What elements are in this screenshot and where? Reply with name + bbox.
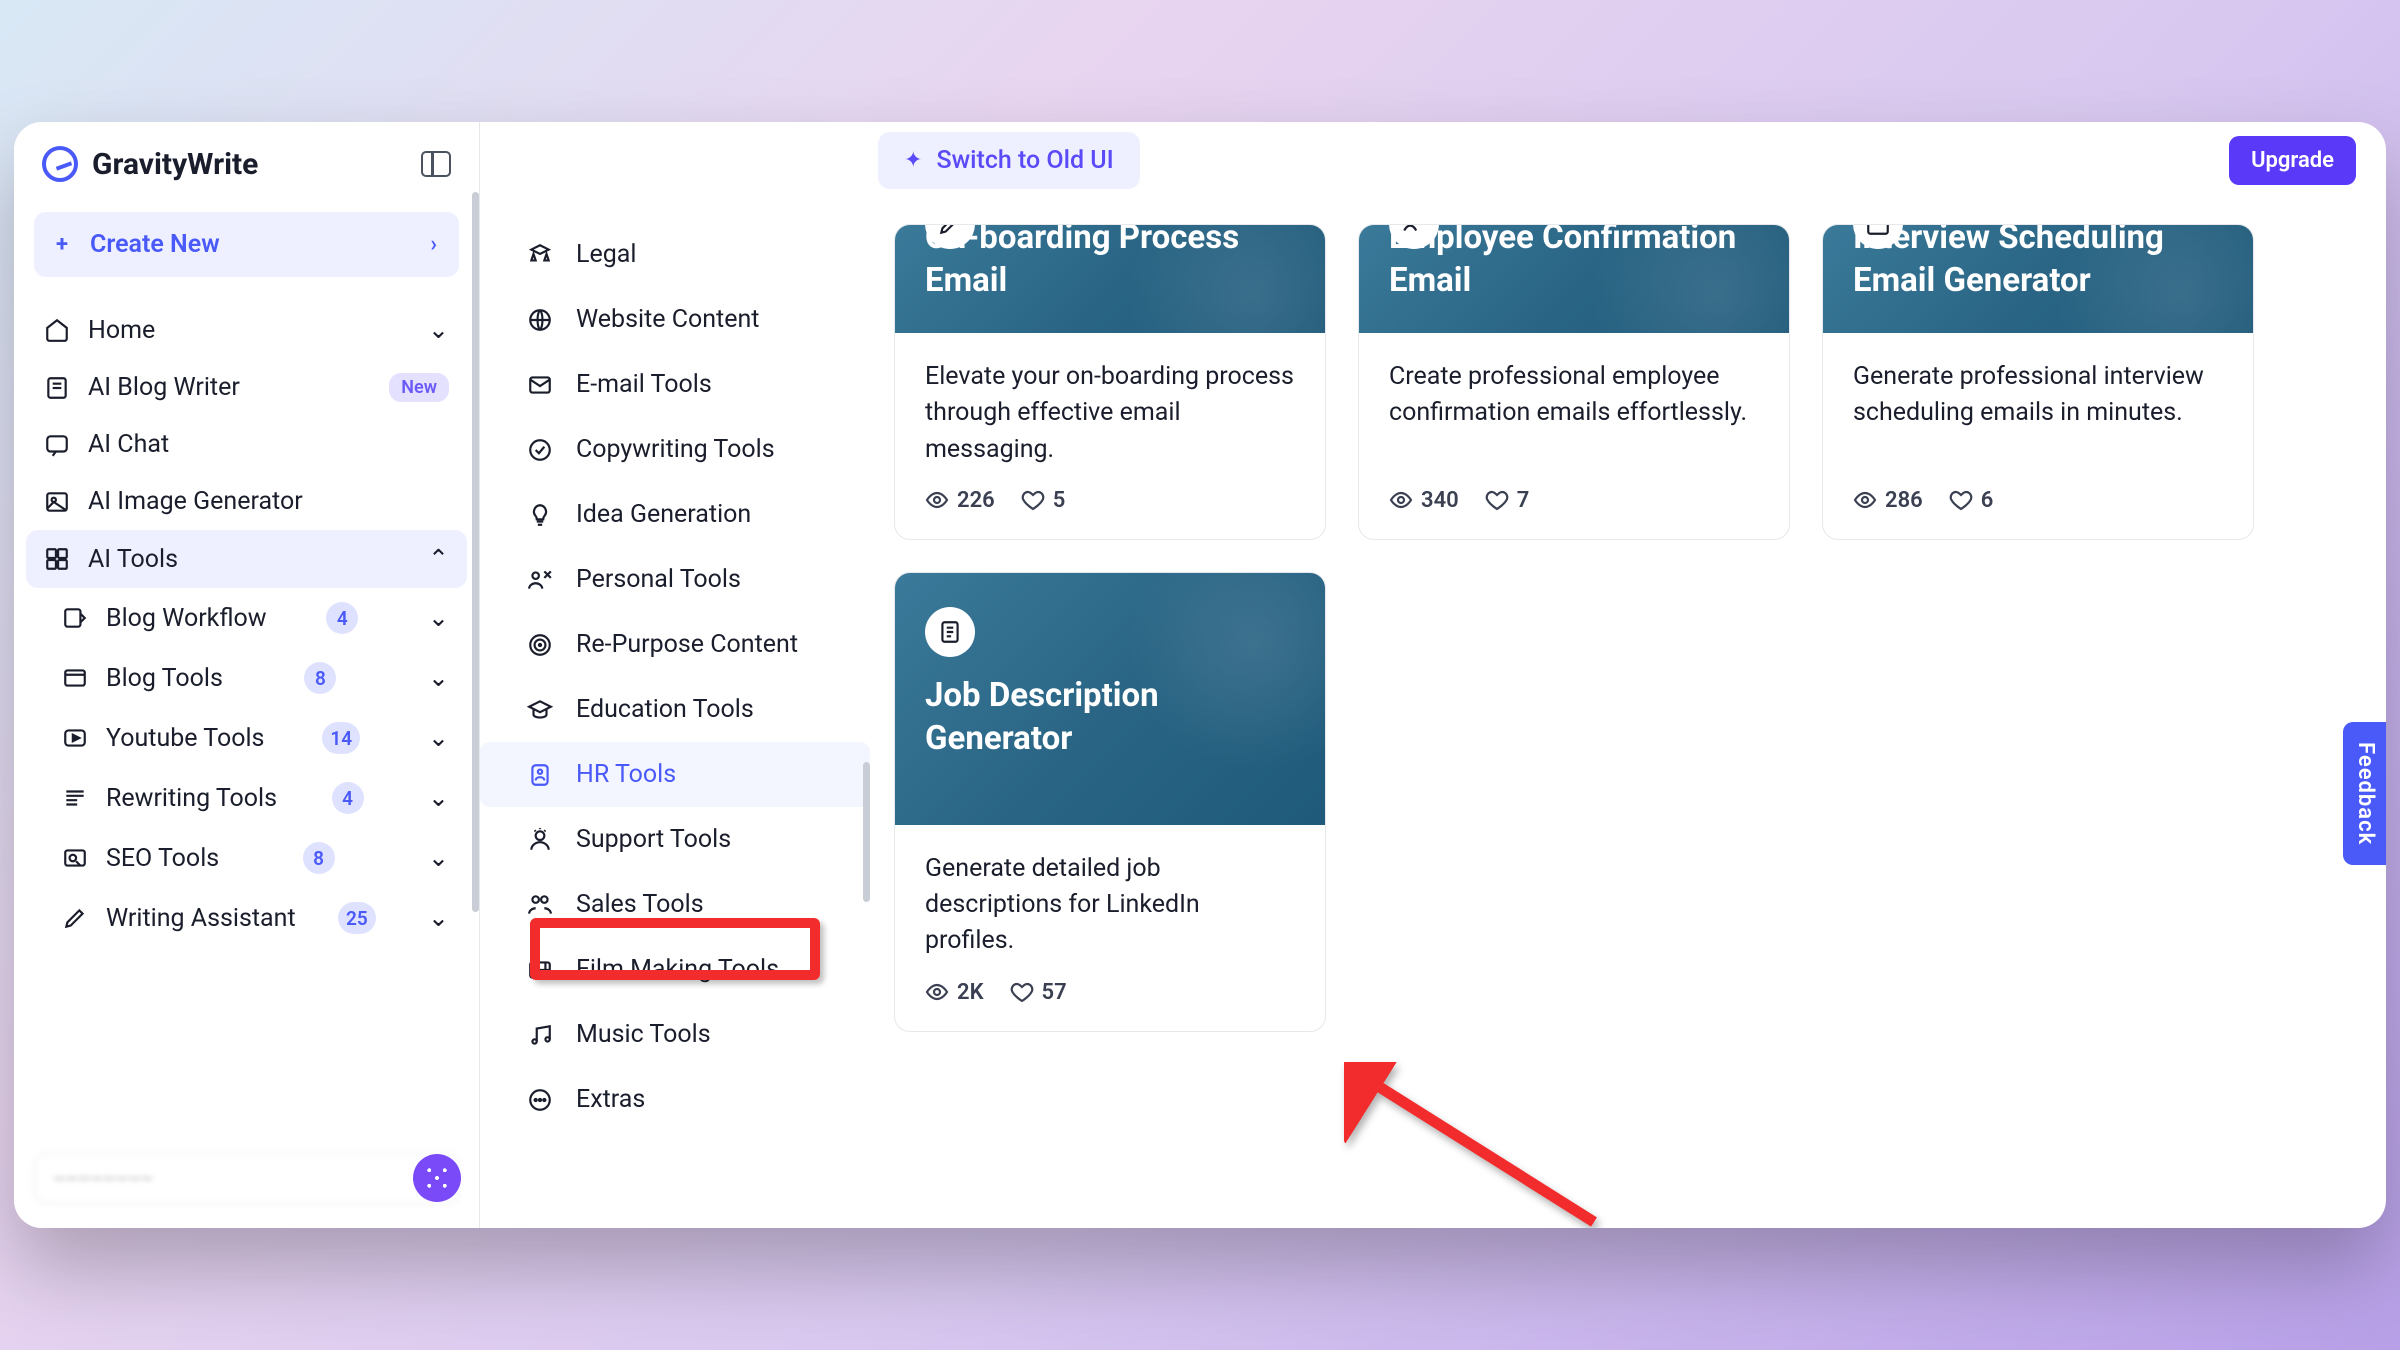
feedback-button[interactable]: Feedback	[2343, 722, 2386, 865]
home-icon	[44, 317, 70, 343]
annotation-arrow-icon	[1344, 1062, 1604, 1228]
user-account-button[interactable]: ———————— ⌃	[34, 1153, 459, 1204]
card-onboarding[interactable]: On-boarding Process Email Elevate your o…	[894, 224, 1326, 540]
youtube-icon	[62, 725, 88, 751]
likes-meta: 5	[1021, 488, 1066, 513]
writing-icon	[62, 905, 88, 931]
likes-meta: 57	[1010, 980, 1067, 1005]
sidebar-collapse-icon[interactable]	[421, 151, 451, 177]
workflow-icon	[62, 605, 88, 631]
cat-repurpose[interactable]: Re-Purpose Content	[480, 612, 870, 677]
cat-copywriting[interactable]: Copywriting Tools	[480, 417, 870, 482]
views-meta: 226	[925, 488, 995, 513]
nav-blog-writer[interactable]: AI Blog Writer New	[26, 359, 467, 416]
upgrade-button[interactable]: Upgrade	[2229, 136, 2356, 185]
sparkle-icon: ✦	[904, 148, 922, 173]
topbar: ✦ Switch to Old UI Upgrade	[878, 132, 2356, 189]
copywriting-icon	[526, 436, 554, 464]
chevron-down-icon: ⌄	[428, 783, 449, 813]
chat-icon	[44, 432, 70, 458]
chevron-down-icon: ⌄	[428, 603, 449, 633]
cat-idea-gen[interactable]: Idea Generation	[480, 482, 870, 547]
category-column: Legal Website Content E-mail Tools Copyw…	[480, 122, 870, 1228]
card-employee-confirmation[interactable]: Employee Confirmation Email Create profe…	[1358, 224, 1790, 540]
views-meta: 340	[1389, 488, 1459, 513]
rewriting-icon	[62, 785, 88, 811]
switch-ui-button[interactable]: ✦ Switch to Old UI	[878, 132, 1140, 189]
subnav-seo-tools[interactable]: SEO Tools 8 ⌄	[26, 828, 467, 888]
chevron-down-icon: ⌄	[428, 723, 449, 753]
plus-icon: +	[56, 232, 68, 257]
nav-home[interactable]: Home ⌄	[26, 301, 467, 359]
chevron-down-icon: ⌄	[428, 315, 449, 345]
cat-legal[interactable]: Legal	[480, 222, 870, 287]
cards-grid: On-boarding Process Email Elevate your o…	[894, 224, 2346, 1032]
views-meta: 2K	[925, 980, 984, 1005]
cat-support[interactable]: Support Tools	[480, 807, 870, 872]
chevron-up-icon: ⌃	[428, 544, 449, 574]
extras-icon	[526, 1086, 554, 1114]
chevron-down-icon: ⌄	[428, 903, 449, 933]
sales-icon	[526, 891, 554, 919]
seo-icon	[62, 845, 88, 871]
sidebar-scrollbar[interactable]	[472, 192, 479, 1098]
likes-meta: 6	[1949, 488, 1994, 513]
sidebar: GravityWrite + Create New › Home ⌄ AI Bl…	[14, 122, 480, 1228]
education-icon	[526, 696, 554, 724]
cat-hr-tools[interactable]: HR Tools	[480, 742, 870, 807]
bulb-icon	[526, 501, 554, 529]
views-meta: 286	[1853, 488, 1923, 513]
annotation-highlight-box	[530, 918, 820, 980]
subnav-youtube-tools[interactable]: Youtube Tools 14 ⌄	[26, 708, 467, 768]
content-area: ✦ Switch to Old UI Upgrade On-boarding P…	[870, 122, 2386, 1228]
tools-icon	[44, 546, 70, 572]
user-name: ————————	[53, 1169, 153, 1188]
legal-icon	[526, 241, 554, 269]
image-icon	[44, 489, 70, 515]
avatar-badge-icon[interactable]	[413, 1154, 461, 1202]
nav-image-gen[interactable]: AI Image Generator	[26, 473, 467, 530]
category-scrollbar[interactable]	[863, 762, 870, 902]
subnav-writing-assistant[interactable]: Writing Assistant 25 ⌄	[26, 888, 467, 948]
subnav-rewriting-tools[interactable]: Rewriting Tools 4 ⌄	[26, 768, 467, 828]
card-icon	[925, 607, 975, 657]
card-interview-scheduling[interactable]: Interview Scheduling Email Generator Gen…	[1822, 224, 2254, 540]
chevron-right-icon: ›	[430, 232, 437, 257]
create-new-label: Create New	[90, 230, 220, 259]
likes-meta: 7	[1485, 488, 1530, 513]
cat-music[interactable]: Music Tools	[480, 1002, 870, 1067]
cat-extras[interactable]: Extras	[480, 1067, 870, 1132]
subnav-blog-workflow[interactable]: Blog Workflow 4 ⌄	[26, 588, 467, 648]
nav-list: Home ⌄ AI Blog Writer New AI Chat AI Ima…	[14, 291, 479, 1139]
nav-ai-tools[interactable]: AI Tools ⌃	[26, 530, 467, 588]
create-new-button[interactable]: + Create New ›	[34, 212, 459, 277]
cat-email-tools[interactable]: E-mail Tools	[480, 352, 870, 417]
nav-ai-chat[interactable]: AI Chat	[26, 416, 467, 473]
cat-website-content[interactable]: Website Content	[480, 287, 870, 352]
subnav-blog-tools[interactable]: Blog Tools 8 ⌄	[26, 648, 467, 708]
card-job-description[interactable]: Job Description Generator Generate detai…	[894, 572, 1326, 1032]
cat-education[interactable]: Education Tools	[480, 677, 870, 742]
music-icon	[526, 1021, 554, 1049]
hr-icon	[526, 761, 554, 789]
personal-icon	[526, 566, 554, 594]
blog-tools-icon	[62, 665, 88, 691]
new-badge: New	[389, 373, 449, 402]
document-icon	[44, 375, 70, 401]
logo-row: GravityWrite	[14, 122, 479, 198]
brand-name: GravityWrite	[92, 147, 258, 182]
app-window: GravityWrite + Create New › Home ⌄ AI Bl…	[14, 122, 2386, 1228]
target-icon	[526, 631, 554, 659]
logo-icon	[42, 146, 78, 182]
globe-icon	[526, 306, 554, 334]
chevron-down-icon: ⌄	[428, 663, 449, 693]
cat-personal[interactable]: Personal Tools	[480, 547, 870, 612]
chevron-down-icon: ⌄	[428, 843, 449, 873]
support-icon	[526, 826, 554, 854]
mail-icon	[526, 371, 554, 399]
